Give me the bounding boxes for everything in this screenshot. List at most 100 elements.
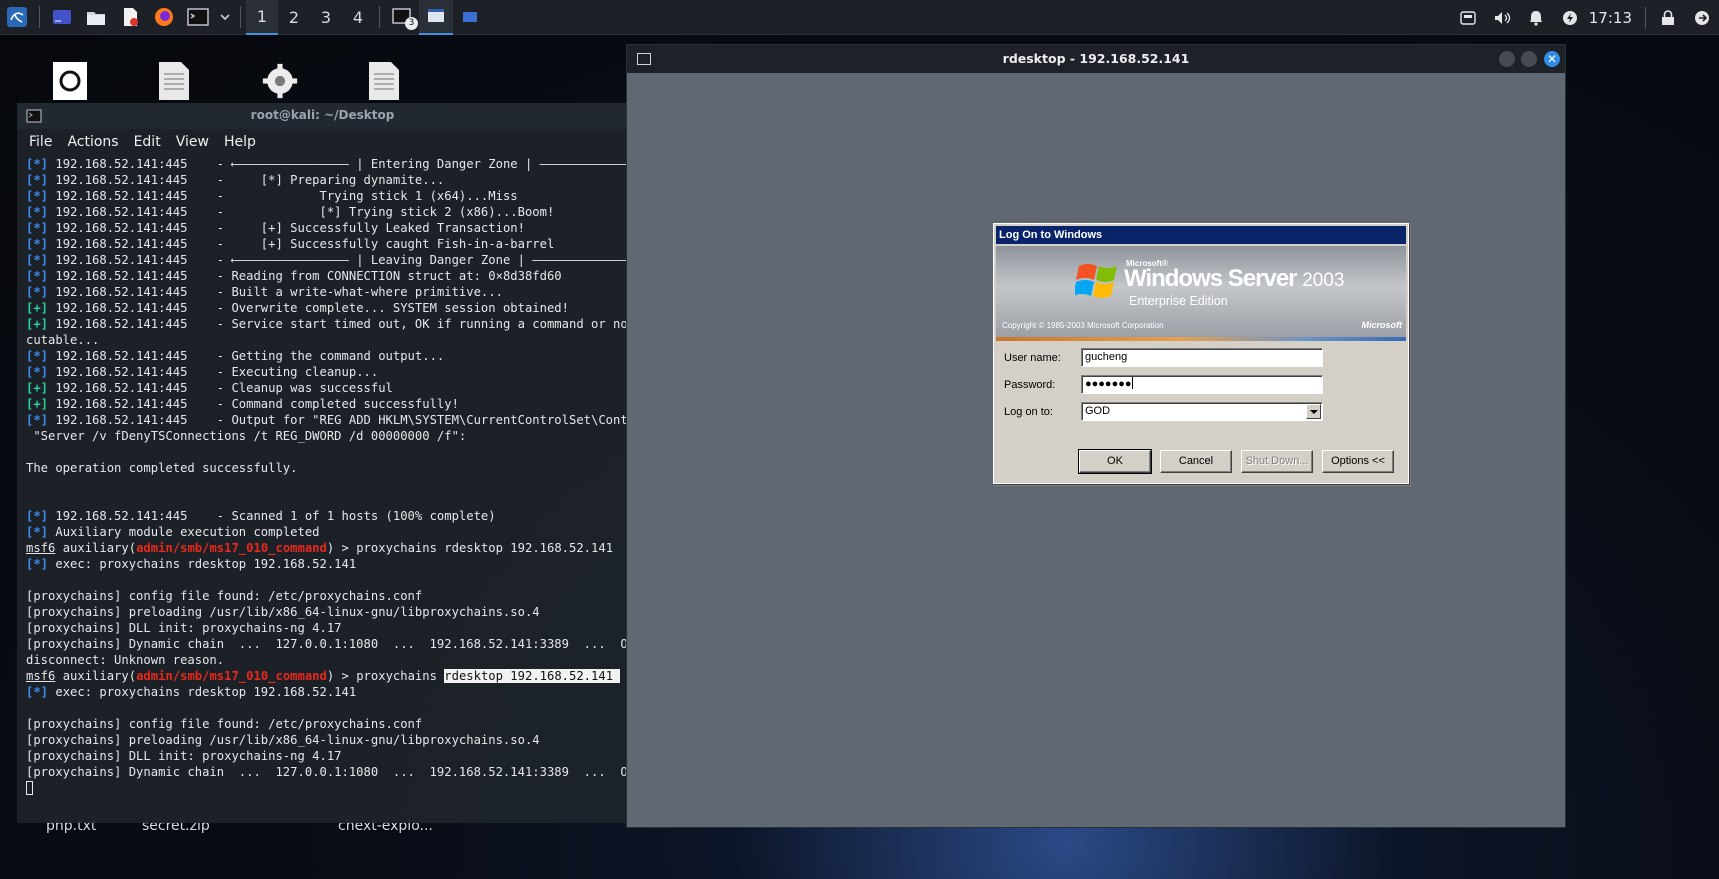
selected-text: rdesktop 192.168.52.141 (444, 669, 621, 683)
status-prefix: [*] (26, 173, 49, 187)
taskbar-terminal-group[interactable]: 3 (385, 0, 419, 35)
line-text: 192.168.52.141:445 - Scanned 1 of 1 host… (48, 509, 496, 523)
cancel-button[interactable]: Cancel (1160, 450, 1232, 473)
window-icon (428, 9, 444, 22)
terminal-line: disconnect: Unknown reason. (26, 652, 628, 668)
logon-to-label: Log on to: (1004, 406, 1053, 418)
logon-to-select[interactable]: GOD (1081, 402, 1323, 421)
terminal-line (26, 780, 628, 796)
rdesktop-titlebar[interactable]: rdesktop - 192.168.52.141 ✕ (627, 45, 1565, 73)
terminal-line: msf6 auxiliary(admin/smb/ms17_010_comman… (26, 668, 628, 684)
line-text: [proxychains] preloading /usr/lib/x86_64… (26, 733, 540, 747)
workspace-4[interactable]: 4 (342, 0, 374, 35)
terminal-line: [*] 192.168.52.141:445 - [+] Successfull… (26, 220, 628, 236)
status-prefix: [*] (26, 509, 49, 523)
prompt-prefix: auxiliary( (55, 669, 137, 683)
brand-edition: Enterprise Edition (1129, 294, 1228, 308)
menu-file[interactable]: File (29, 134, 52, 150)
notifications-bell-icon[interactable] (1519, 0, 1553, 35)
menu-actions[interactable]: Actions (67, 134, 118, 150)
desktop-icon-file[interactable] (119, 60, 229, 106)
terminal-line: [proxychains] DLL init: proxychains-ng 4… (26, 748, 628, 764)
line-text: [proxychains] DLL init: proxychains-ng 4… (26, 749, 342, 763)
desktop-icon-app[interactable] (15, 60, 125, 106)
text-editor-icon[interactable] (113, 0, 147, 35)
taskbar-rdesktop[interactable] (419, 0, 453, 35)
line-text: 192.168.52.141:445 - Output for "REG ADD… (55, 413, 628, 427)
terminal-line: [proxychains] config file found: /etc/pr… (26, 588, 628, 604)
prompt-module: admin/smb/ms17_010_command (136, 669, 327, 683)
dropdown-arrow-icon[interactable] (1306, 404, 1321, 419)
minimize-button[interactable] (1499, 51, 1515, 67)
terminal-line: [*] 192.168.52.141:445 - Getting the com… (26, 348, 628, 364)
text-file-icon (369, 62, 399, 100)
lock-screen-icon[interactable] (1651, 0, 1685, 35)
copyright-text: Copyright © 1985-2003 Microsoft Corporat… (1002, 321, 1164, 330)
status-prefix: [*] (26, 205, 49, 219)
terminal-line: [proxychains] preloading /usr/lib/x86_64… (26, 732, 628, 748)
desktop-icon-settings[interactable] (225, 60, 335, 106)
username-field[interactable]: gucheng (1081, 348, 1323, 367)
password-mask: ●●●●●●● (1085, 378, 1132, 390)
line-text: cutable... (26, 333, 100, 347)
brand-product: Windows Server 2003 (1124, 265, 1344, 293)
windows-server-banner: Microsoft® Windows Server 2003 Enterpris… (996, 246, 1406, 337)
status-prefix: [*] (26, 269, 49, 283)
terminal-line: The operation completed successfully. (26, 460, 628, 476)
file-manager-icon[interactable] (79, 0, 113, 35)
status-prefix: [*] (26, 557, 49, 571)
screen-capture-icon[interactable] (1451, 0, 1485, 35)
panel-separator (240, 6, 241, 28)
logon-to-value: GOD (1085, 405, 1111, 417)
menu-edit[interactable]: Edit (134, 134, 161, 150)
prompt-module: admin/smb/ms17_010_command (136, 541, 327, 555)
terminal-cursor (26, 781, 33, 795)
workspace-3[interactable]: 3 (310, 0, 342, 35)
password-field[interactable]: ●●●●●●● (1081, 375, 1323, 394)
terminal-window[interactable]: root@kali: ~/Desktop File Actions Edit V… (17, 103, 628, 823)
terminal-line: [*] 192.168.52.141:445 - ⟵——————————————… (26, 156, 628, 172)
panel-separator (39, 6, 40, 28)
options-button[interactable]: Options << (1322, 450, 1394, 473)
line-text: exec: proxychains rdesktop 192.168.52.14… (48, 685, 357, 699)
show-desktop-icon[interactable] (45, 0, 79, 35)
maximize-button[interactable] (1521, 51, 1537, 67)
terminal-line: [*] exec: proxychains rdesktop 192.168.5… (26, 556, 628, 572)
ok-button[interactable]: OK (1078, 449, 1152, 474)
logout-icon[interactable] (1685, 0, 1719, 35)
system-tray: 17:13 (1451, 0, 1719, 35)
clock[interactable]: 17:13 (1587, 9, 1640, 27)
line-text: [proxychains] config file found: /etc/pr… (26, 589, 423, 603)
firefox-icon[interactable] (147, 0, 181, 35)
line-text: 192.168.52.141:445 - Cleanup was success… (48, 381, 393, 395)
terminal-line: [proxychains] DLL init: proxychains-ng 4… (26, 620, 628, 636)
terminal-line: [*] Auxiliary module execution completed (26, 524, 628, 540)
terminal-output[interactable]: [*] 192.168.52.141:445 - ⟵——————————————… (17, 154, 628, 796)
terminal-line: cutable... (26, 332, 628, 348)
desktop-icon-file-2[interactable] (329, 60, 439, 106)
line-text: 192.168.52.141:445 - [+] Successfully ca… (48, 237, 555, 251)
terminal-launcher-icon[interactable] (181, 0, 215, 35)
status-prefix: [+] (26, 381, 49, 395)
workspace-2[interactable]: 2 (278, 0, 310, 35)
line-text: 192.168.52.141:445 - [*] Preparing dynam… (48, 173, 445, 187)
line-text: 192.168.52.141:445 - ⟵——————————————— | … (48, 157, 628, 171)
logon-dialog-title[interactable]: Log On to Windows (996, 226, 1406, 244)
power-manager-icon[interactable] (1553, 0, 1587, 35)
line-text: 192.168.52.141:445 - [+] Successfully Le… (48, 221, 525, 235)
taskbar-window-2[interactable] (453, 0, 487, 35)
terminal-titlebar[interactable]: root@kali: ~/Desktop (17, 103, 628, 129)
kali-menu-icon[interactable] (0, 0, 34, 35)
line-text: The operation completed successfully. (26, 461, 298, 475)
terminal-title: root@kali: ~/Desktop (250, 108, 395, 122)
terminal-line: [*] exec: proxychains rdesktop 192.168.5… (26, 684, 628, 700)
workspace-1[interactable]: 1 (246, 0, 278, 35)
terminal-line: ​ (26, 700, 628, 716)
chevron-down-icon[interactable] (215, 0, 235, 35)
menu-help[interactable]: Help (224, 134, 256, 150)
status-prefix: [*] (26, 525, 49, 539)
terminal-line: [proxychains] preloading /usr/lib/x86_64… (26, 604, 628, 620)
volume-icon[interactable] (1485, 0, 1519, 35)
close-button[interactable]: ✕ (1544, 51, 1560, 67)
menu-view[interactable]: View (176, 134, 209, 150)
